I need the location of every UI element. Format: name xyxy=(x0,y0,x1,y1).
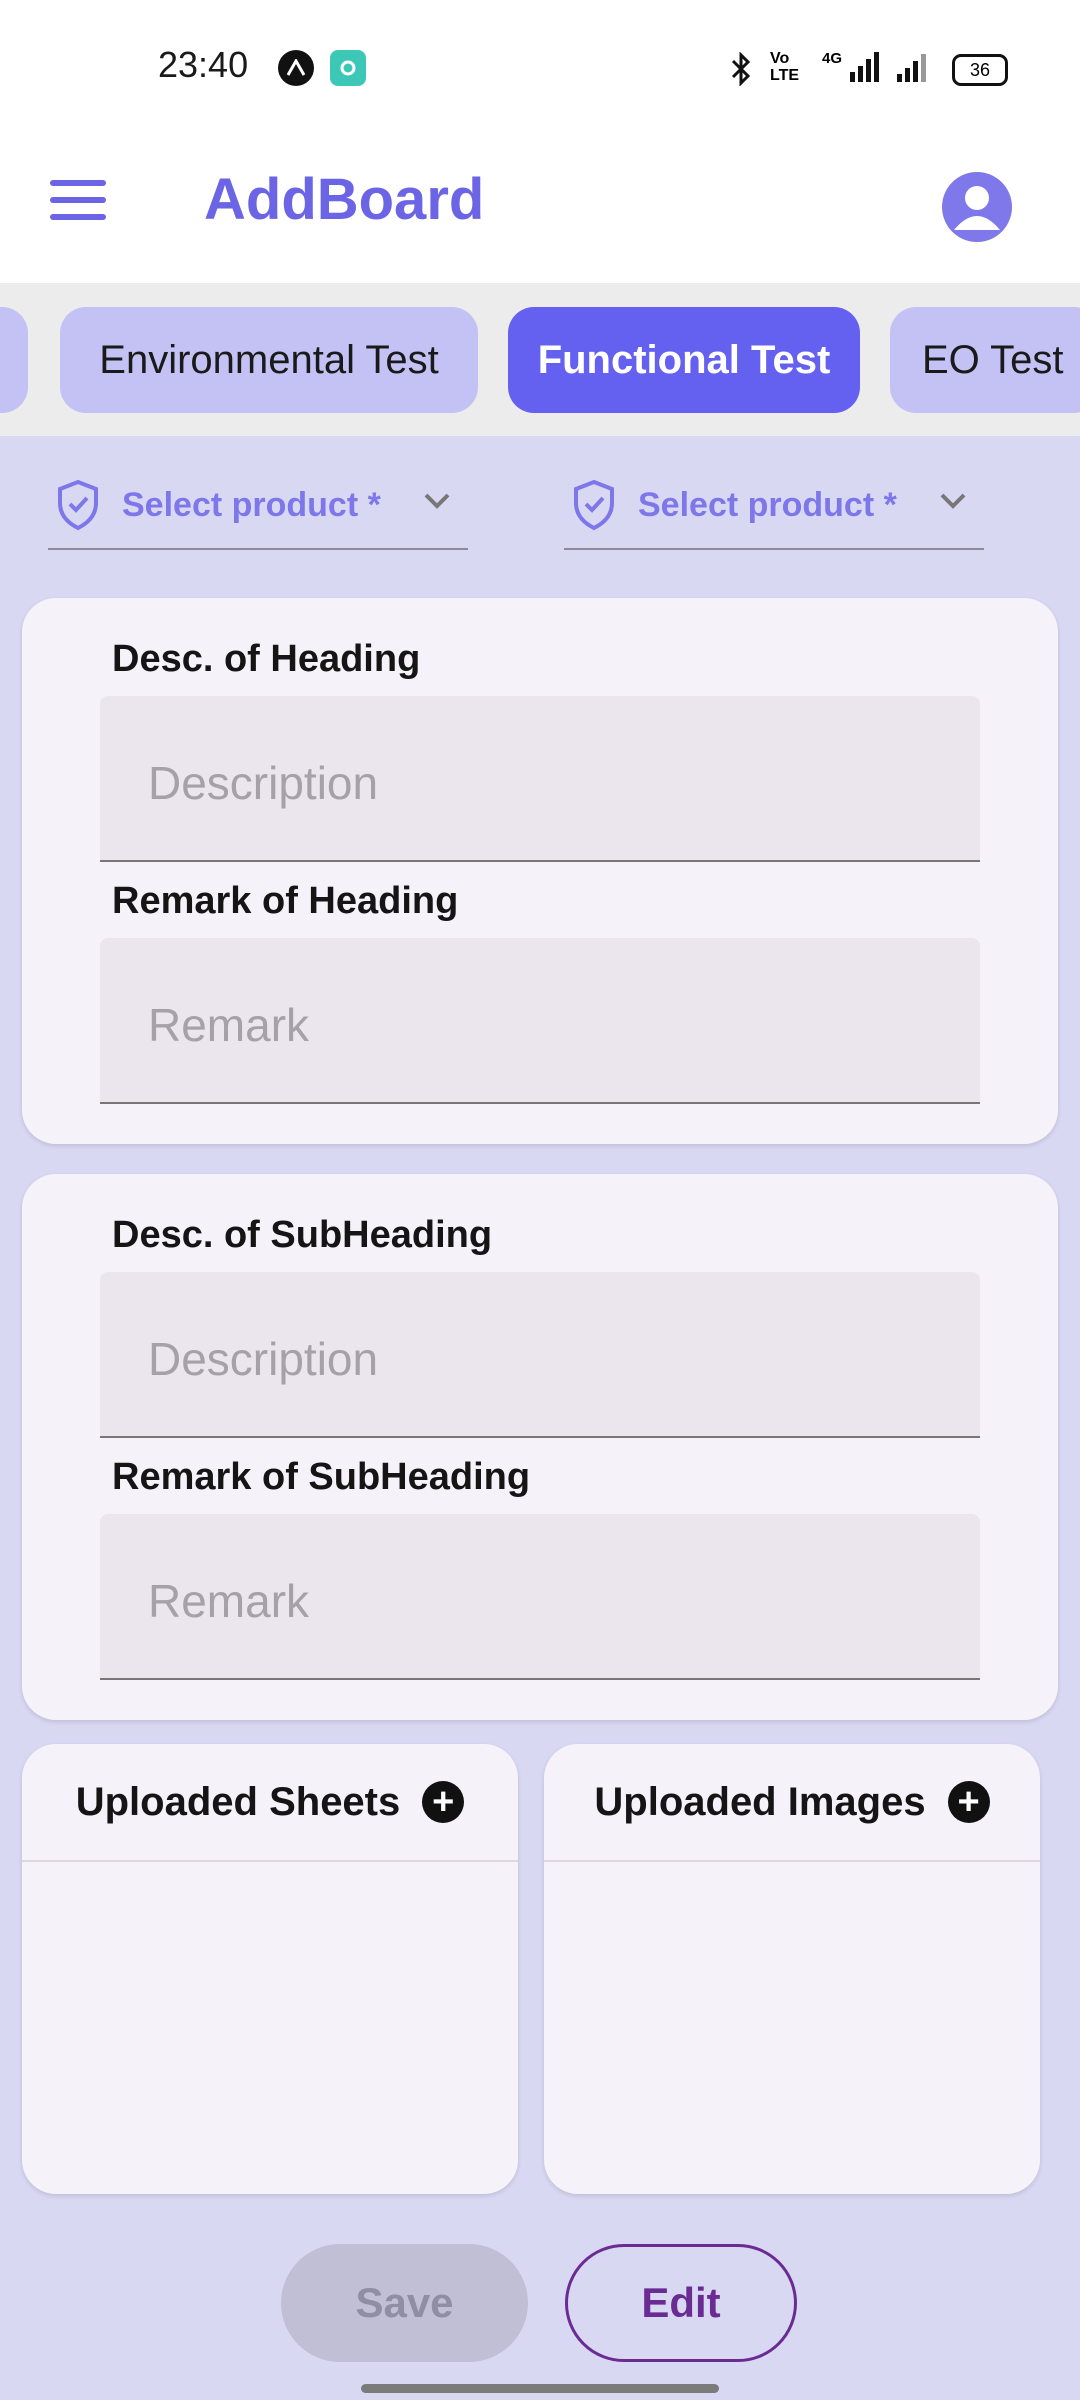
description-placeholder: Description xyxy=(148,757,379,809)
heading-card: Desc. of Heading Description Remark of H… xyxy=(22,598,1058,1144)
battery-icon: 36 xyxy=(952,54,1008,86)
subheading-description-input[interactable]: Description xyxy=(100,1272,980,1438)
signal-icon-2 xyxy=(895,50,929,89)
bluetooth-icon xyxy=(728,51,754,91)
uploaded-images-title: Uploaded Images xyxy=(594,1779,926,1824)
profile-avatar-icon[interactable] xyxy=(942,172,1012,242)
add-sheet-icon[interactable]: + xyxy=(422,1781,465,1823)
remark-placeholder: Remark xyxy=(148,999,310,1051)
chat-notification-icon xyxy=(330,50,366,86)
chevron-down-icon xyxy=(424,493,450,509)
network-type-icon: 4G xyxy=(822,50,843,67)
status-time: 23:40 xyxy=(158,44,249,85)
chevron-down-icon xyxy=(940,493,966,509)
heading-description-input[interactable]: Description xyxy=(100,696,980,862)
edit-button[interactable]: Edit xyxy=(565,2244,797,2362)
product-select-label: Select product * xyxy=(122,485,381,524)
tab-partial[interactable] xyxy=(0,307,28,413)
save-button[interactable]: Save xyxy=(281,2244,528,2362)
home-indicator[interactable] xyxy=(361,2384,719,2393)
app-bar xyxy=(0,140,1080,283)
app-notification-icon xyxy=(278,50,314,86)
heading-remark-input[interactable]: Remark xyxy=(100,938,980,1104)
uploaded-images-header: Uploaded Images + xyxy=(544,1744,1040,1862)
add-image-icon[interactable]: + xyxy=(947,1781,990,1823)
hamburger-menu-icon[interactable] xyxy=(50,180,106,222)
battery-level: 36 xyxy=(969,59,991,80)
shield-icon xyxy=(58,479,98,531)
tab-eo-test[interactable]: EO Test xyxy=(890,307,1080,413)
shield-icon xyxy=(574,479,614,531)
signal-icon-1 xyxy=(848,50,882,89)
desc-heading-label: Desc. of Heading xyxy=(112,638,421,680)
subheading-remark-input[interactable]: Remark xyxy=(100,1514,980,1680)
uploaded-images-panel: Uploaded Images + xyxy=(544,1744,1040,2194)
product-select-label: Select product * xyxy=(638,485,897,524)
remark-heading-label: Remark of Heading xyxy=(112,880,459,922)
description-placeholder: Description xyxy=(148,1333,379,1385)
remark-placeholder: Remark xyxy=(148,1575,310,1627)
uploaded-sheets-panel: Uploaded Sheets + xyxy=(22,1744,518,2194)
product-select-1[interactable]: Select product * xyxy=(48,462,468,550)
subheading-card: Desc. of SubHeading Description Remark o… xyxy=(22,1174,1058,1720)
test-type-tabs: Environmental Test Functional Test EO Te… xyxy=(0,283,1080,436)
volte-icon: Vo LTE xyxy=(770,50,800,84)
product-select-2[interactable]: Select product * xyxy=(564,462,984,550)
page-title: AddBoard xyxy=(204,167,485,232)
uploaded-sheets-header: Uploaded Sheets + xyxy=(22,1744,518,1862)
tab-functional-test[interactable]: Functional Test xyxy=(508,307,860,413)
tab-environmental-test[interactable]: Environmental Test xyxy=(60,307,478,413)
uploaded-sheets-title: Uploaded Sheets xyxy=(75,1779,401,1824)
remark-subheading-label: Remark of SubHeading xyxy=(112,1456,531,1498)
desc-subheading-label: Desc. of SubHeading xyxy=(112,1214,493,1256)
